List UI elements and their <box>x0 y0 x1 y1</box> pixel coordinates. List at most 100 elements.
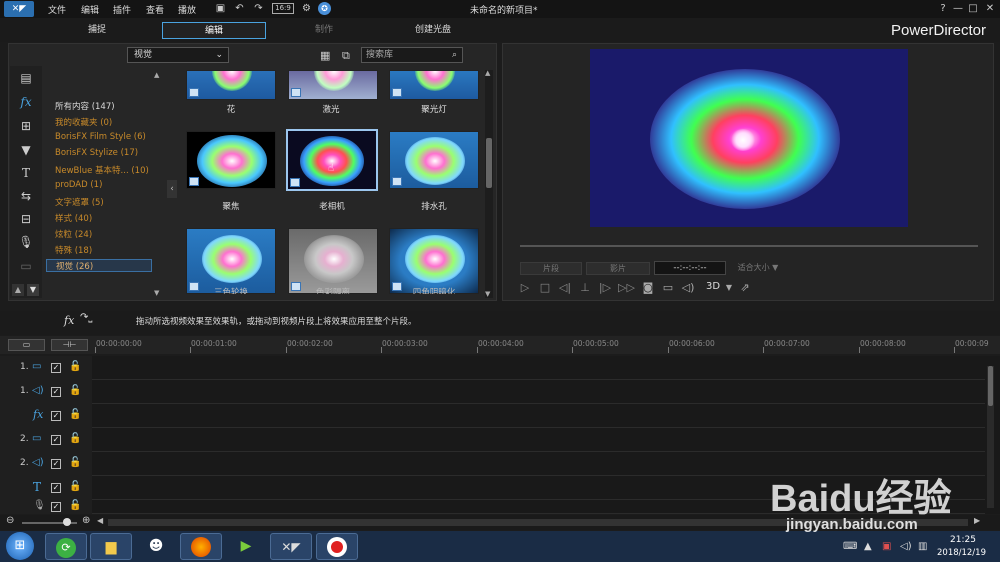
category-item[interactable]: 样式 (40) <box>55 212 92 224</box>
category-item[interactable]: NewBlue 基本特... (10) <box>55 164 149 176</box>
track-row-effect[interactable]: fx ✓ 🔓 <box>0 404 985 428</box>
scroll-down-icon[interactable]: ▼ <box>27 284 39 296</box>
menu-view[interactable]: 查看 <box>146 3 164 16</box>
chapter-room-icon[interactable]: ▭ <box>18 258 34 274</box>
timeline-view-button[interactable]: ▭ <box>8 339 45 351</box>
scroll-down-icon[interactable]: ▼ <box>485 290 490 298</box>
tab-edit[interactable]: 编辑 <box>162 22 266 39</box>
chevron-down-icon[interactable]: ▼ <box>722 281 736 295</box>
zoom-out-icon[interactable]: ⊖ <box>6 515 14 526</box>
effect-thumb-laser[interactable] <box>288 70 378 100</box>
track-enable-checkbox[interactable]: ✓ <box>51 387 61 397</box>
library-scrollbar[interactable]: ▲ ▼ <box>485 69 493 298</box>
track-enable-checkbox[interactable]: ✓ <box>51 411 61 421</box>
gear-icon[interactable]: ⚙ <box>300 2 313 15</box>
title-room-icon[interactable]: T <box>18 165 34 181</box>
library-search-input[interactable]: 搜索库 ⌕ <box>361 47 463 63</box>
taskbar-qq[interactable]: ☻ <box>135 533 177 560</box>
fast-forward-icon[interactable]: ▷▷ <box>618 281 635 295</box>
taskbar-app-360[interactable]: ⟳ <box>45 533 87 560</box>
media-room-icon[interactable]: ▤ <box>18 70 34 86</box>
tab-create-disc[interactable]: 创建光盘 <box>381 22 485 39</box>
seek-bar[interactable] <box>520 245 978 247</box>
collapse-panel-button[interactable]: ‹ <box>167 180 177 198</box>
effect-thumb-flower[interactable] <box>186 70 276 100</box>
lock-icon[interactable]: 🔓 <box>69 361 81 372</box>
scroll-up-icon[interactable]: ▲ <box>12 284 24 296</box>
zoom-in-icon[interactable]: ⊕ <box>82 515 90 526</box>
effect-thumb-old-camera[interactable]: ☝ <box>286 129 378 191</box>
effect-thumb-tricolor[interactable] <box>186 228 276 294</box>
redo-icon[interactable]: ↷ <box>252 2 265 15</box>
track-enable-checkbox[interactable]: ✓ <box>51 459 61 469</box>
menu-file[interactable]: 文件 <box>48 3 66 16</box>
scroll-up-icon[interactable]: ▲ <box>485 69 490 77</box>
audio-mix-room-icon[interactable]: ⊟ <box>18 211 34 227</box>
save-icon[interactable]: ▣ <box>214 2 227 15</box>
category-item[interactable]: 特殊 (18) <box>55 244 92 256</box>
3d-toggle[interactable]: 3D <box>706 281 720 292</box>
track-row-video-1[interactable]: 1. ▭ ✓ 🔓 <box>0 356 985 380</box>
track-enable-checkbox[interactable]: ✓ <box>51 483 61 493</box>
taskbar-powerdirector[interactable]: ✕◤ <box>270 533 312 560</box>
list-scroll-up-icon[interactable]: ▲ <box>154 71 159 79</box>
scroll-thumb[interactable] <box>988 366 993 406</box>
volume-icon[interactable]: ◁) <box>681 281 695 295</box>
safely-remove-icon[interactable]: ▣ <box>882 541 891 552</box>
menu-edit[interactable]: 编辑 <box>81 3 99 16</box>
category-item[interactable]: BorisFX Stylize (17) <box>55 148 138 158</box>
library-filter-dropdown[interactable]: 视觉 ⌄ <box>127 47 229 63</box>
lock-icon[interactable]: 🔓 <box>69 433 81 444</box>
effect-thumb-drain[interactable] <box>389 131 479 189</box>
tab-capture[interactable]: 捕捉 <box>45 22 149 39</box>
tab-produce[interactable]: 制作 <box>272 22 376 39</box>
effect-thumb-spotlight[interactable] <box>389 70 479 100</box>
next-frame-icon[interactable]: |▷ <box>598 281 612 295</box>
clip-mode-button[interactable]: 片段 <box>520 262 582 275</box>
lock-icon[interactable]: 🔓 <box>69 409 81 420</box>
lock-icon[interactable]: 🔓 <box>69 500 81 511</box>
aspect-ratio-icon[interactable]: 16:9 <box>272 3 294 14</box>
timecode-input[interactable]: --:--:--:-- <box>654 261 726 275</box>
fit-size-dropdown[interactable]: 适合大小 ▼ <box>730 262 786 275</box>
play-icon[interactable]: ▷ <box>518 281 532 295</box>
track-enable-checkbox[interactable]: ✓ <box>51 502 61 512</box>
lock-icon[interactable]: 🔓 <box>69 385 81 396</box>
grid-view-icon[interactable]: ▦ <box>320 49 330 62</box>
particle-room-icon[interactable]: ▼ <box>18 142 34 158</box>
maximize-button[interactable]: □ <box>966 2 980 16</box>
transition-room-icon[interactable]: ⇆ <box>18 188 34 204</box>
expand-view-icon[interactable]: ⧉ <box>342 49 350 63</box>
clock-time[interactable]: 21:25 <box>950 535 976 545</box>
undo-icon[interactable]: ↶ <box>233 2 246 15</box>
tray-expand-icon[interactable]: ▲ <box>864 541 872 552</box>
taskbar-app-green[interactable]: ▶ <box>225 533 267 560</box>
menu-playback[interactable]: 播放 <box>178 3 196 16</box>
taskbar-explorer[interactable]: ▆ <box>90 533 132 560</box>
track-row-audio-1[interactable]: 1. ◁) ✓ 🔓 <box>0 380 985 404</box>
storyboard-view-button[interactable]: ⊣⊢ <box>51 339 88 351</box>
track-enable-checkbox[interactable]: ✓ <box>51 435 61 445</box>
scroll-right-icon[interactable]: ▶ <box>974 516 980 525</box>
track-row-video-2[interactable]: 2. ▭ ✓ 🔓 <box>0 428 985 452</box>
network-icon[interactable]: ▥ <box>918 541 927 552</box>
category-item[interactable]: 炫粒 (24) <box>55 228 92 240</box>
pip-room-icon[interactable]: ⊞ <box>18 118 34 134</box>
category-item[interactable]: proDAD (1) <box>55 180 102 190</box>
split-icon[interactable]: ⊥ <box>578 281 592 295</box>
lock-icon[interactable]: 🔓 <box>69 457 81 468</box>
voice-over-room-icon[interactable]: 🎙 <box>18 234 34 250</box>
taskbar-recorder[interactable] <box>316 533 358 560</box>
taskbar-firefox[interactable] <box>180 533 222 560</box>
timeline-vscrollbar[interactable] <box>987 366 994 508</box>
category-item[interactable]: BorisFX Film Style (6) <box>55 132 146 142</box>
effect-thumb-vignette[interactable] <box>389 228 479 294</box>
category-item-selected[interactable]: 视觉 (26) <box>46 259 152 272</box>
clock-date[interactable]: 2018/12/19 <box>937 548 986 558</box>
scroll-thumb[interactable] <box>486 138 492 188</box>
effect-room-icon[interactable]: fx <box>18 94 34 110</box>
close-button[interactable]: ✕ <box>983 2 997 16</box>
effect-thumb-color-isolation[interactable] <box>288 228 378 294</box>
previous-frame-icon[interactable]: ◁| <box>558 281 572 295</box>
undock-icon[interactable]: ⇗ <box>738 281 752 295</box>
